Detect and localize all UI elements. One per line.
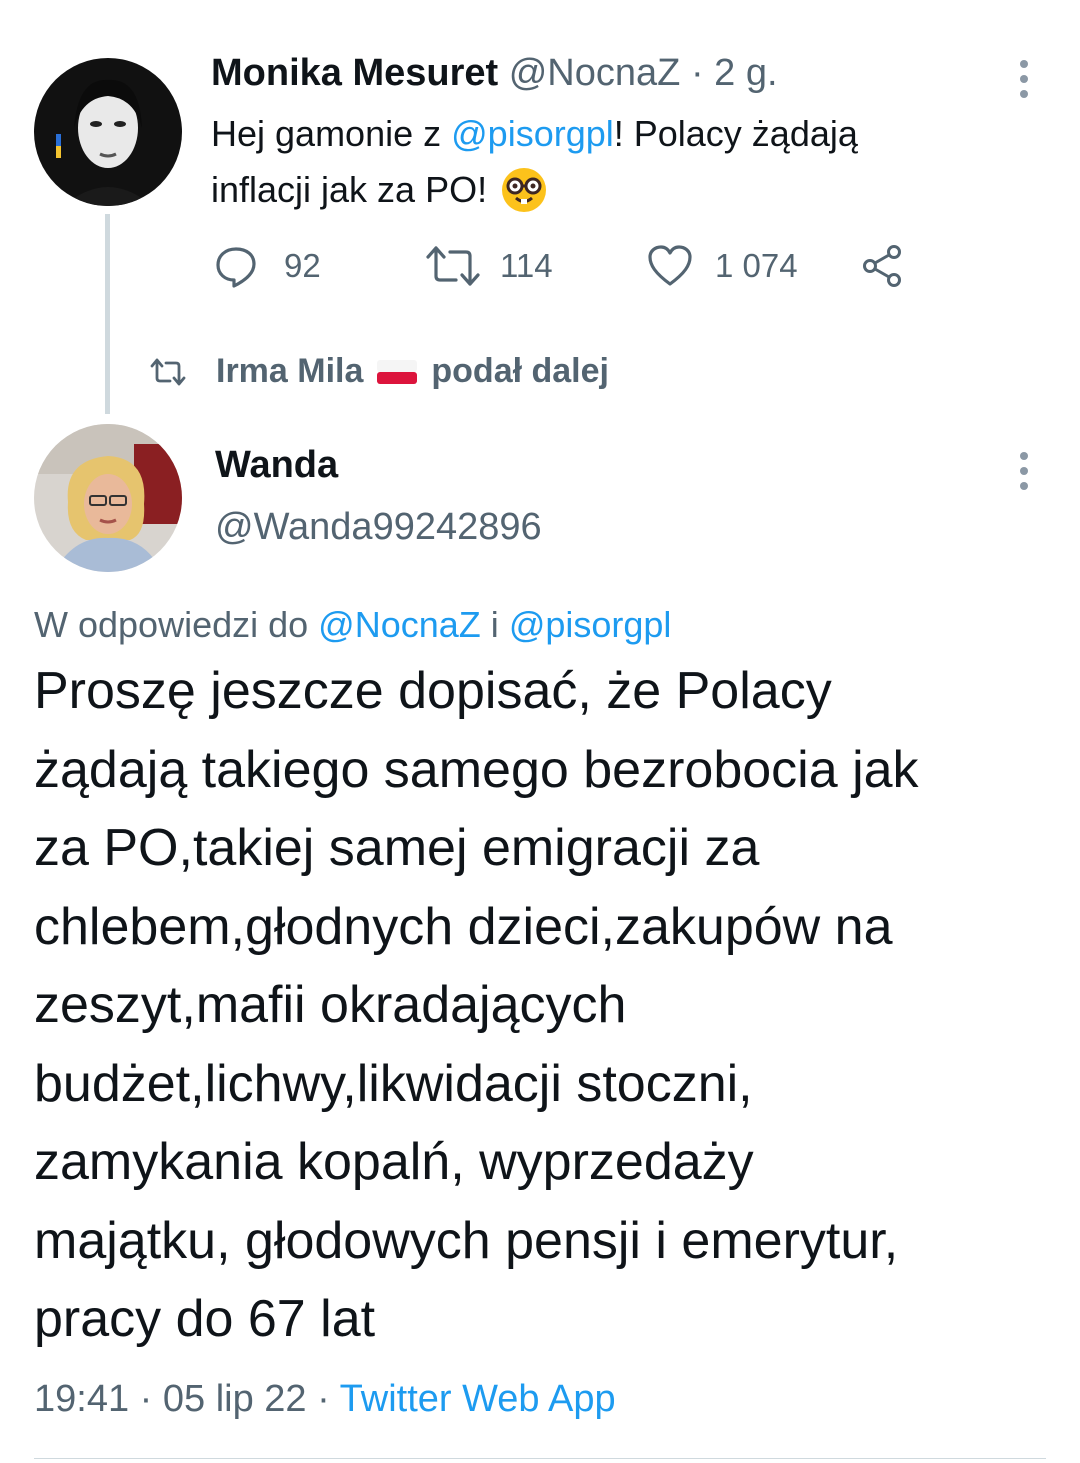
thread-connector-line: [105, 214, 110, 414]
retweet-banner: Irma Mila podał dalej: [150, 352, 609, 391]
retweeted-icon: [150, 357, 186, 387]
retweet-icon: [426, 244, 480, 288]
tweet-metadata: 19:41 · 05 lip 22 · Twitter Web App: [34, 1378, 616, 1421]
retweet-button[interactable]: 114: [426, 244, 553, 288]
main-author-name[interactable]: Wanda: [215, 444, 338, 487]
quoted-text-line1: ! Polacy żądają: [613, 113, 858, 154]
wanda-avatar[interactable]: [34, 424, 182, 572]
tweet-time[interactable]: 19:41: [34, 1378, 129, 1420]
reply-joiner: i: [490, 604, 499, 645]
nerd-face-emoji-icon: [501, 167, 547, 213]
more-options-icon[interactable]: [1020, 60, 1030, 98]
quoted-time-ago[interactable]: 2 g.: [714, 52, 777, 94]
share-icon: [860, 244, 908, 288]
reply-count: 92: [284, 247, 321, 284]
reply-icon: [214, 244, 258, 288]
quoted-mention-link[interactable]: @pisorgpl: [451, 113, 614, 154]
like-button[interactable]: 1 074: [647, 244, 798, 288]
main-tweet-body: Proszę jeszcze dopisać, że Polacy żądają…: [34, 662, 919, 1348]
reply-prefix: W odpowiedzi do: [34, 604, 309, 645]
tweet-source[interactable]: Twitter Web App: [340, 1378, 616, 1420]
heart-icon: [647, 244, 693, 288]
header-separator: ·: [690, 52, 704, 94]
quoted-text-line2: inflacji jak za PO!: [211, 169, 488, 210]
reply-mention-2[interactable]: @pisorgpl: [509, 604, 672, 645]
meta-separator-2: ·: [317, 1378, 330, 1420]
retweet-action-text: podał dalej: [431, 352, 609, 390]
monika-avatar[interactable]: [34, 58, 182, 206]
meta-separator-1: ·: [139, 1378, 153, 1420]
quoted-tweet-text: Hej gamonie z @pisorgpl! Polacy żądają i…: [211, 106, 1031, 218]
bottom-divider: [34, 1458, 1046, 1459]
quoted-author-handle[interactable]: @NocnaZ: [509, 52, 681, 94]
retweet-count: 114: [500, 247, 553, 284]
share-button[interactable]: [860, 244, 908, 288]
more-options-icon[interactable]: [1020, 452, 1030, 490]
reply-context: W odpowiedzi do @NocnaZ i @pisorgpl: [34, 604, 671, 646]
reply-mention-1[interactable]: @NocnaZ: [318, 604, 481, 645]
quoted-author-name[interactable]: Monika Mesuret: [211, 52, 498, 94]
tweet-date[interactable]: 05 lip 22: [163, 1378, 307, 1420]
quoted-tweet-header: Monika Mesuret @NocnaZ · 2 g.: [211, 52, 778, 95]
quoted-actions-row: 92 114 1 074: [214, 244, 914, 288]
retweeter-name[interactable]: Irma Mila: [216, 352, 363, 391]
quoted-text-prefix: Hej gamonie z: [211, 113, 452, 154]
like-count: 1 074: [715, 247, 798, 284]
main-author-handle[interactable]: @Wanda99242896: [215, 506, 542, 549]
reply-button[interactable]: 92: [214, 244, 321, 288]
poland-flag-icon: [377, 357, 418, 387]
